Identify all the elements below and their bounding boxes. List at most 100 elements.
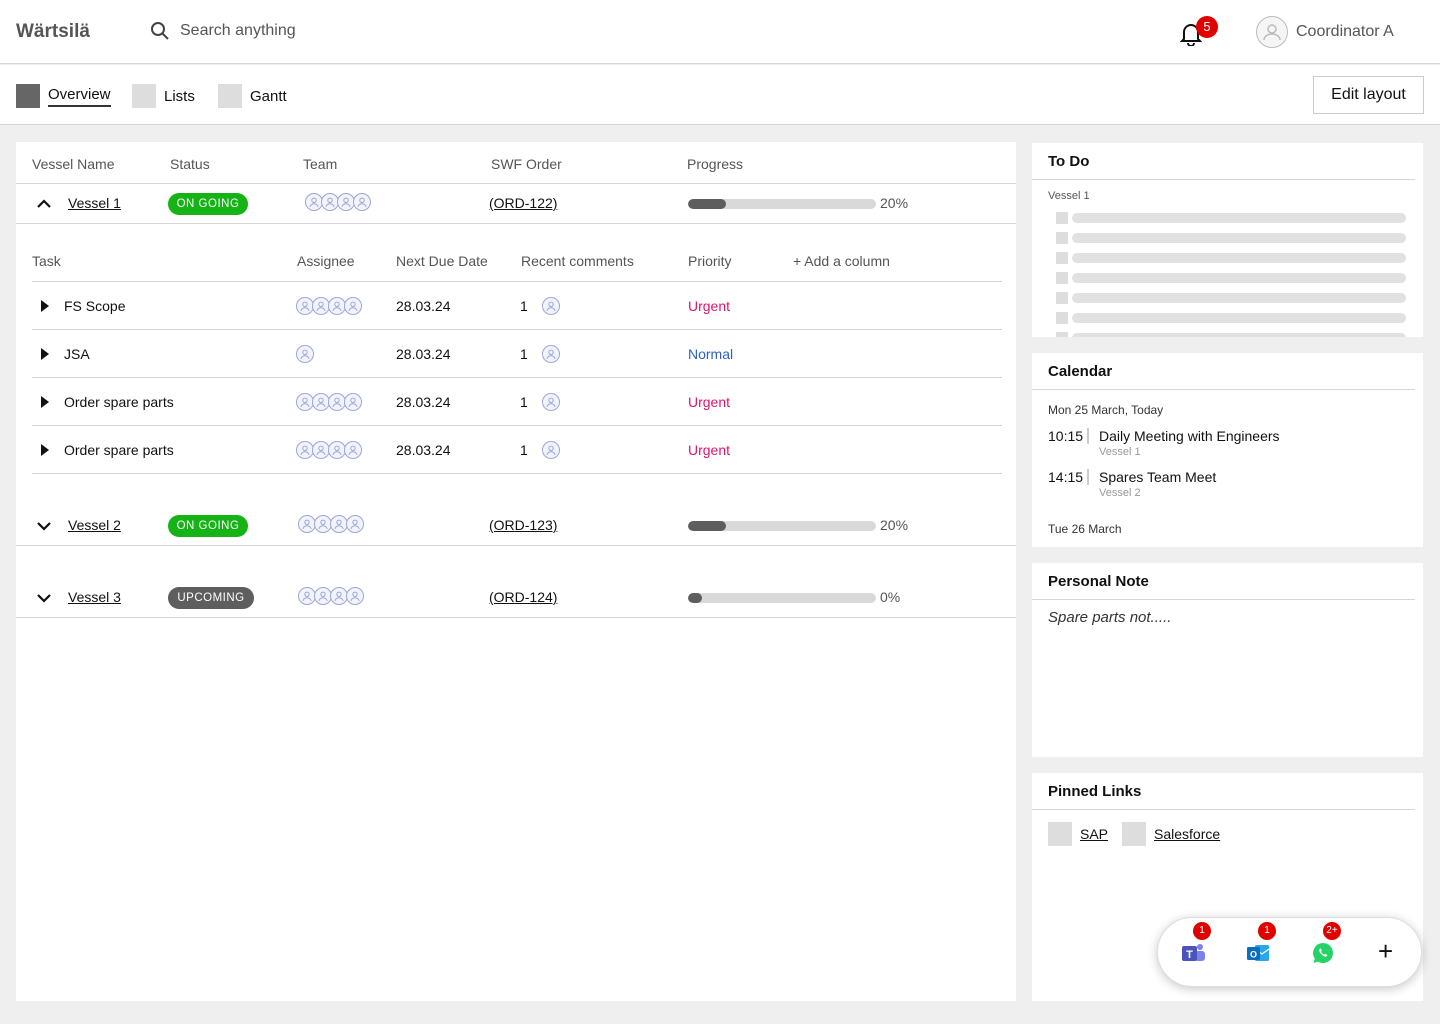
comments[interactable]: 1 <box>520 441 560 459</box>
todo-item[interactable] <box>1056 272 1406 284</box>
checkbox[interactable] <box>1056 252 1068 264</box>
avatar <box>346 587 364 605</box>
vessel-name-link[interactable]: Vessel 1 <box>68 195 121 211</box>
divider <box>1032 809 1415 810</box>
assignee-avatars <box>296 297 362 315</box>
tab-overview[interactable]: Overview <box>16 84 111 108</box>
comments[interactable]: 1 <box>520 297 560 315</box>
divider <box>1032 599 1415 600</box>
task-column-header: Task <box>32 253 61 269</box>
divider <box>16 223 1016 224</box>
user-icon <box>334 591 344 602</box>
user-icon <box>348 397 358 408</box>
expand-triangle-icon[interactable] <box>41 396 49 408</box>
event-title: Spares Team Meet <box>1099 469 1217 485</box>
todo-item[interactable] <box>1056 232 1406 244</box>
notification-button[interactable]: 5 <box>1179 16 1218 51</box>
priority-label: Urgent <box>688 394 731 410</box>
link-salesforce[interactable]: Salesforce <box>1122 822 1220 846</box>
order-link[interactable]: (ORD-124) <box>489 589 557 605</box>
order-link[interactable]: (ORD-122) <box>489 195 557 211</box>
column-header: Vessel Name <box>32 156 115 172</box>
avatar <box>541 441 560 459</box>
link-sap[interactable]: SAP <box>1048 822 1108 846</box>
sap-icon <box>1048 822 1072 846</box>
event-vessel: Vessel 1 <box>1099 446 1141 458</box>
note-text[interactable]: Spare parts not..... <box>1048 609 1171 626</box>
search-input[interactable] <box>180 22 480 40</box>
notification-badge: 5 <box>1196 16 1218 38</box>
user-icon <box>316 301 326 312</box>
add-app-button[interactable]: + <box>1378 938 1393 964</box>
progress-bar <box>688 199 876 209</box>
whatsapp-button[interactable]: 2+ <box>1310 922 1341 966</box>
placeholder-line <box>1072 333 1406 337</box>
whatsapp-icon <box>1313 943 1333 964</box>
tabs-bar: Overview Lists Gantt Edit layout <box>0 65 1440 125</box>
event-bar <box>1087 428 1089 444</box>
vessel-name-link[interactable]: Vessel 2 <box>68 517 121 533</box>
personal-note-panel: Personal Note Spare parts not..... <box>1032 563 1423 757</box>
placeholder-line <box>1072 213 1406 223</box>
priority-label: Urgent <box>688 442 731 458</box>
priority-label: Normal <box>688 346 734 362</box>
order-link[interactable]: (ORD-123) <box>489 517 557 533</box>
chevron-down-icon[interactable] <box>36 590 52 606</box>
user-name: Coordinator A <box>1296 23 1394 40</box>
user-icon <box>325 197 335 208</box>
user-icon <box>302 519 312 530</box>
user-menu[interactable]: Coordinator A <box>1256 16 1394 48</box>
expand-triangle-icon[interactable] <box>41 300 49 312</box>
todo-panel: To Do Vessel 1 <box>1032 143 1423 337</box>
lists-icon <box>132 84 156 108</box>
todo-item[interactable] <box>1056 212 1406 224</box>
comment-count: 1 <box>520 346 528 362</box>
user-icon <box>316 397 326 408</box>
tab-lists[interactable]: Lists <box>132 84 195 108</box>
user-icon <box>300 445 310 456</box>
checkbox[interactable] <box>1056 292 1068 304</box>
comments[interactable]: 1 <box>520 345 560 363</box>
progress-fill <box>688 521 726 531</box>
gantt-icon <box>218 84 242 108</box>
event-time: 14:15 <box>1048 469 1084 485</box>
teams-button[interactable]: T 1 <box>1180 922 1211 966</box>
vessel-name-link[interactable]: Vessel 3 <box>68 589 121 605</box>
add-column-button[interactable]: + Add a column <box>793 253 890 269</box>
column-header: Status <box>170 156 210 172</box>
team-avatars <box>305 193 371 211</box>
logo: Wärtsilä <box>16 21 90 42</box>
status-badge: ON GOING <box>168 515 248 537</box>
panel-title: To Do <box>1048 153 1090 170</box>
checkbox[interactable] <box>1056 332 1068 337</box>
calendar-panel: Calendar Mon 25 March, Today 10:15 Daily… <box>1032 353 1423 547</box>
comment-count: 1 <box>520 442 528 458</box>
comments[interactable]: 1 <box>520 393 560 411</box>
outlook-button[interactable]: O 1 <box>1245 922 1276 966</box>
chevron-up-icon[interactable] <box>36 196 52 212</box>
user-icon <box>357 197 367 208</box>
svg-text:O: O <box>1250 950 1257 960</box>
chevron-down-icon[interactable] <box>36 518 52 534</box>
task-name: Order spare parts <box>64 394 174 410</box>
search-bar[interactable] <box>150 21 480 41</box>
column-header: Team <box>303 156 338 172</box>
overview-icon <box>16 84 40 108</box>
placeholder-line <box>1072 253 1406 263</box>
event-bar <box>1087 469 1089 485</box>
todo-item[interactable] <box>1056 332 1406 337</box>
expand-triangle-icon[interactable] <box>41 444 49 456</box>
todo-item[interactable] <box>1056 312 1406 324</box>
checkbox[interactable] <box>1056 212 1068 224</box>
progress-bar <box>688 593 876 603</box>
expand-triangle-icon[interactable] <box>41 348 49 360</box>
outlook-badge: 1 <box>1258 922 1276 940</box>
edit-layout-button[interactable]: Edit layout <box>1313 76 1424 114</box>
checkbox[interactable] <box>1056 312 1068 324</box>
todo-item[interactable] <box>1056 292 1406 304</box>
divider <box>16 545 1016 546</box>
checkbox[interactable] <box>1056 272 1068 284</box>
todo-item[interactable] <box>1056 252 1406 264</box>
tab-gantt[interactable]: Gantt <box>218 84 287 108</box>
checkbox[interactable] <box>1056 232 1068 244</box>
